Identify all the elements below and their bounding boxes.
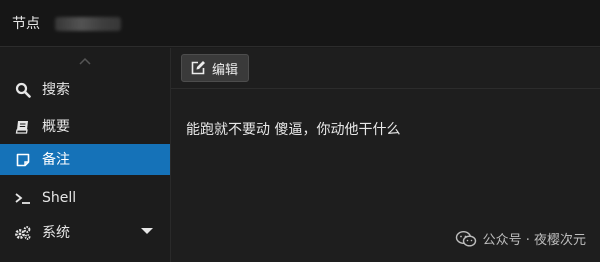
note-content: 能跑就不要动 傻逼，你动他干什么	[186, 122, 401, 138]
chevron-up-icon[interactable]	[78, 56, 92, 66]
sidebar-item-label: Shell	[42, 189, 77, 206]
chevron-down-icon[interactable]	[141, 228, 153, 234]
gears-icon	[14, 224, 32, 242]
main-panel: 编辑 能跑就不要动 傻逼，你动他干什么 公众号 · 夜樱次元	[171, 48, 600, 262]
terminal-icon	[14, 189, 32, 207]
watermark: 公众号 · 夜樱次元	[455, 229, 586, 248]
search-icon	[14, 81, 32, 99]
sidebar-item-label: 概要	[42, 118, 70, 135]
note-icon	[14, 151, 32, 169]
sidebar-item-summary[interactable]: 概要	[0, 111, 170, 142]
sidebar-item-label: 备注	[42, 151, 70, 168]
sidebar-item-label: 系统	[42, 224, 70, 241]
sidebar: 搜索 概要 备注 Shell 系统	[0, 48, 171, 262]
edit-button-label: 编辑	[212, 62, 239, 78]
edit-icon	[190, 60, 206, 76]
edit-button[interactable]: 编辑	[181, 54, 250, 82]
watermark-text: 公众号 · 夜樱次元	[482, 233, 586, 248]
redacted-node-name	[55, 17, 121, 31]
sidebar-item-search[interactable]: 搜索	[0, 74, 170, 105]
sidebar-item-label: 搜索	[42, 81, 70, 98]
sidebar-item-notes[interactable]: 备注	[0, 144, 170, 175]
book-icon	[14, 118, 32, 136]
page-title: 节点	[12, 16, 40, 32]
sidebar-item-system[interactable]: 系统	[0, 217, 170, 248]
wechat-icon	[455, 230, 476, 247]
toolbar: 编辑	[171, 48, 600, 89]
sidebar-item-shell[interactable]: Shell	[0, 182, 170, 213]
title-bar: 节点	[0, 0, 600, 47]
